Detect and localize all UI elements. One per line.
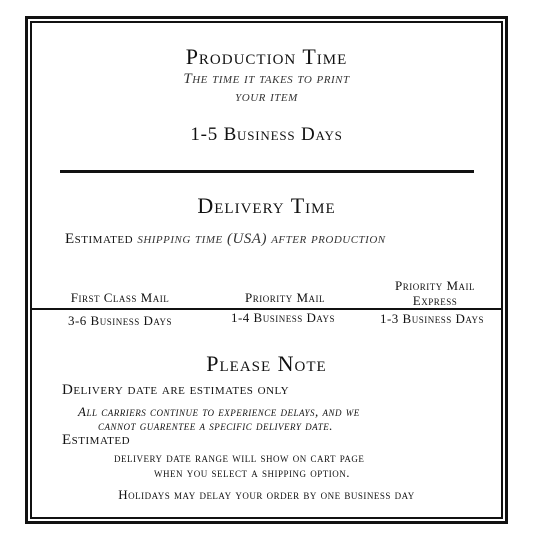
- note-title: Please Note: [206, 351, 327, 376]
- note-range-line1: delivery date range will show on cart pa…: [114, 450, 365, 465]
- delivery-estimated-label: Estimated: [65, 231, 134, 247]
- option-express-name-line1: Priority Mail: [394, 278, 476, 293]
- note-range-line2: when you select a shipping option.: [154, 465, 350, 480]
- option-first-class-time: 3-6 Business Days: [67, 313, 173, 328]
- note-holidays: Holidays may delay your order by one bus…: [118, 487, 415, 502]
- option-priority-time: 1-4 Business Days: [230, 310, 336, 325]
- option-first-class-name: First Class Mail: [70, 290, 170, 305]
- note-estimated-label: Estimated: [62, 432, 131, 448]
- option-express-name-line2: Express: [412, 293, 458, 308]
- note-line1: Delivery date are estimates only: [62, 382, 290, 398]
- delivery-estimated-italic: shipping time (USA) after production: [137, 231, 386, 247]
- production-subtitle-line2: your item: [235, 89, 298, 105]
- production-subtitle-line1: The time it takes to print: [183, 71, 350, 87]
- section-divider: [60, 170, 474, 173]
- note-italic-line2: cannot guarentee a specific delivery dat…: [98, 418, 333, 433]
- delivery-estimated-line: Estimated shipping time (USA) after prod…: [65, 231, 386, 248]
- option-express-time: 1-3 Business Days: [379, 311, 485, 326]
- delivery-title: Delivery Time: [197, 193, 336, 218]
- option-priority-name: Priority Mail: [244, 290, 326, 305]
- production-time-value: 1-5 Business Days: [190, 124, 343, 145]
- production-title: Production Time: [185, 44, 348, 69]
